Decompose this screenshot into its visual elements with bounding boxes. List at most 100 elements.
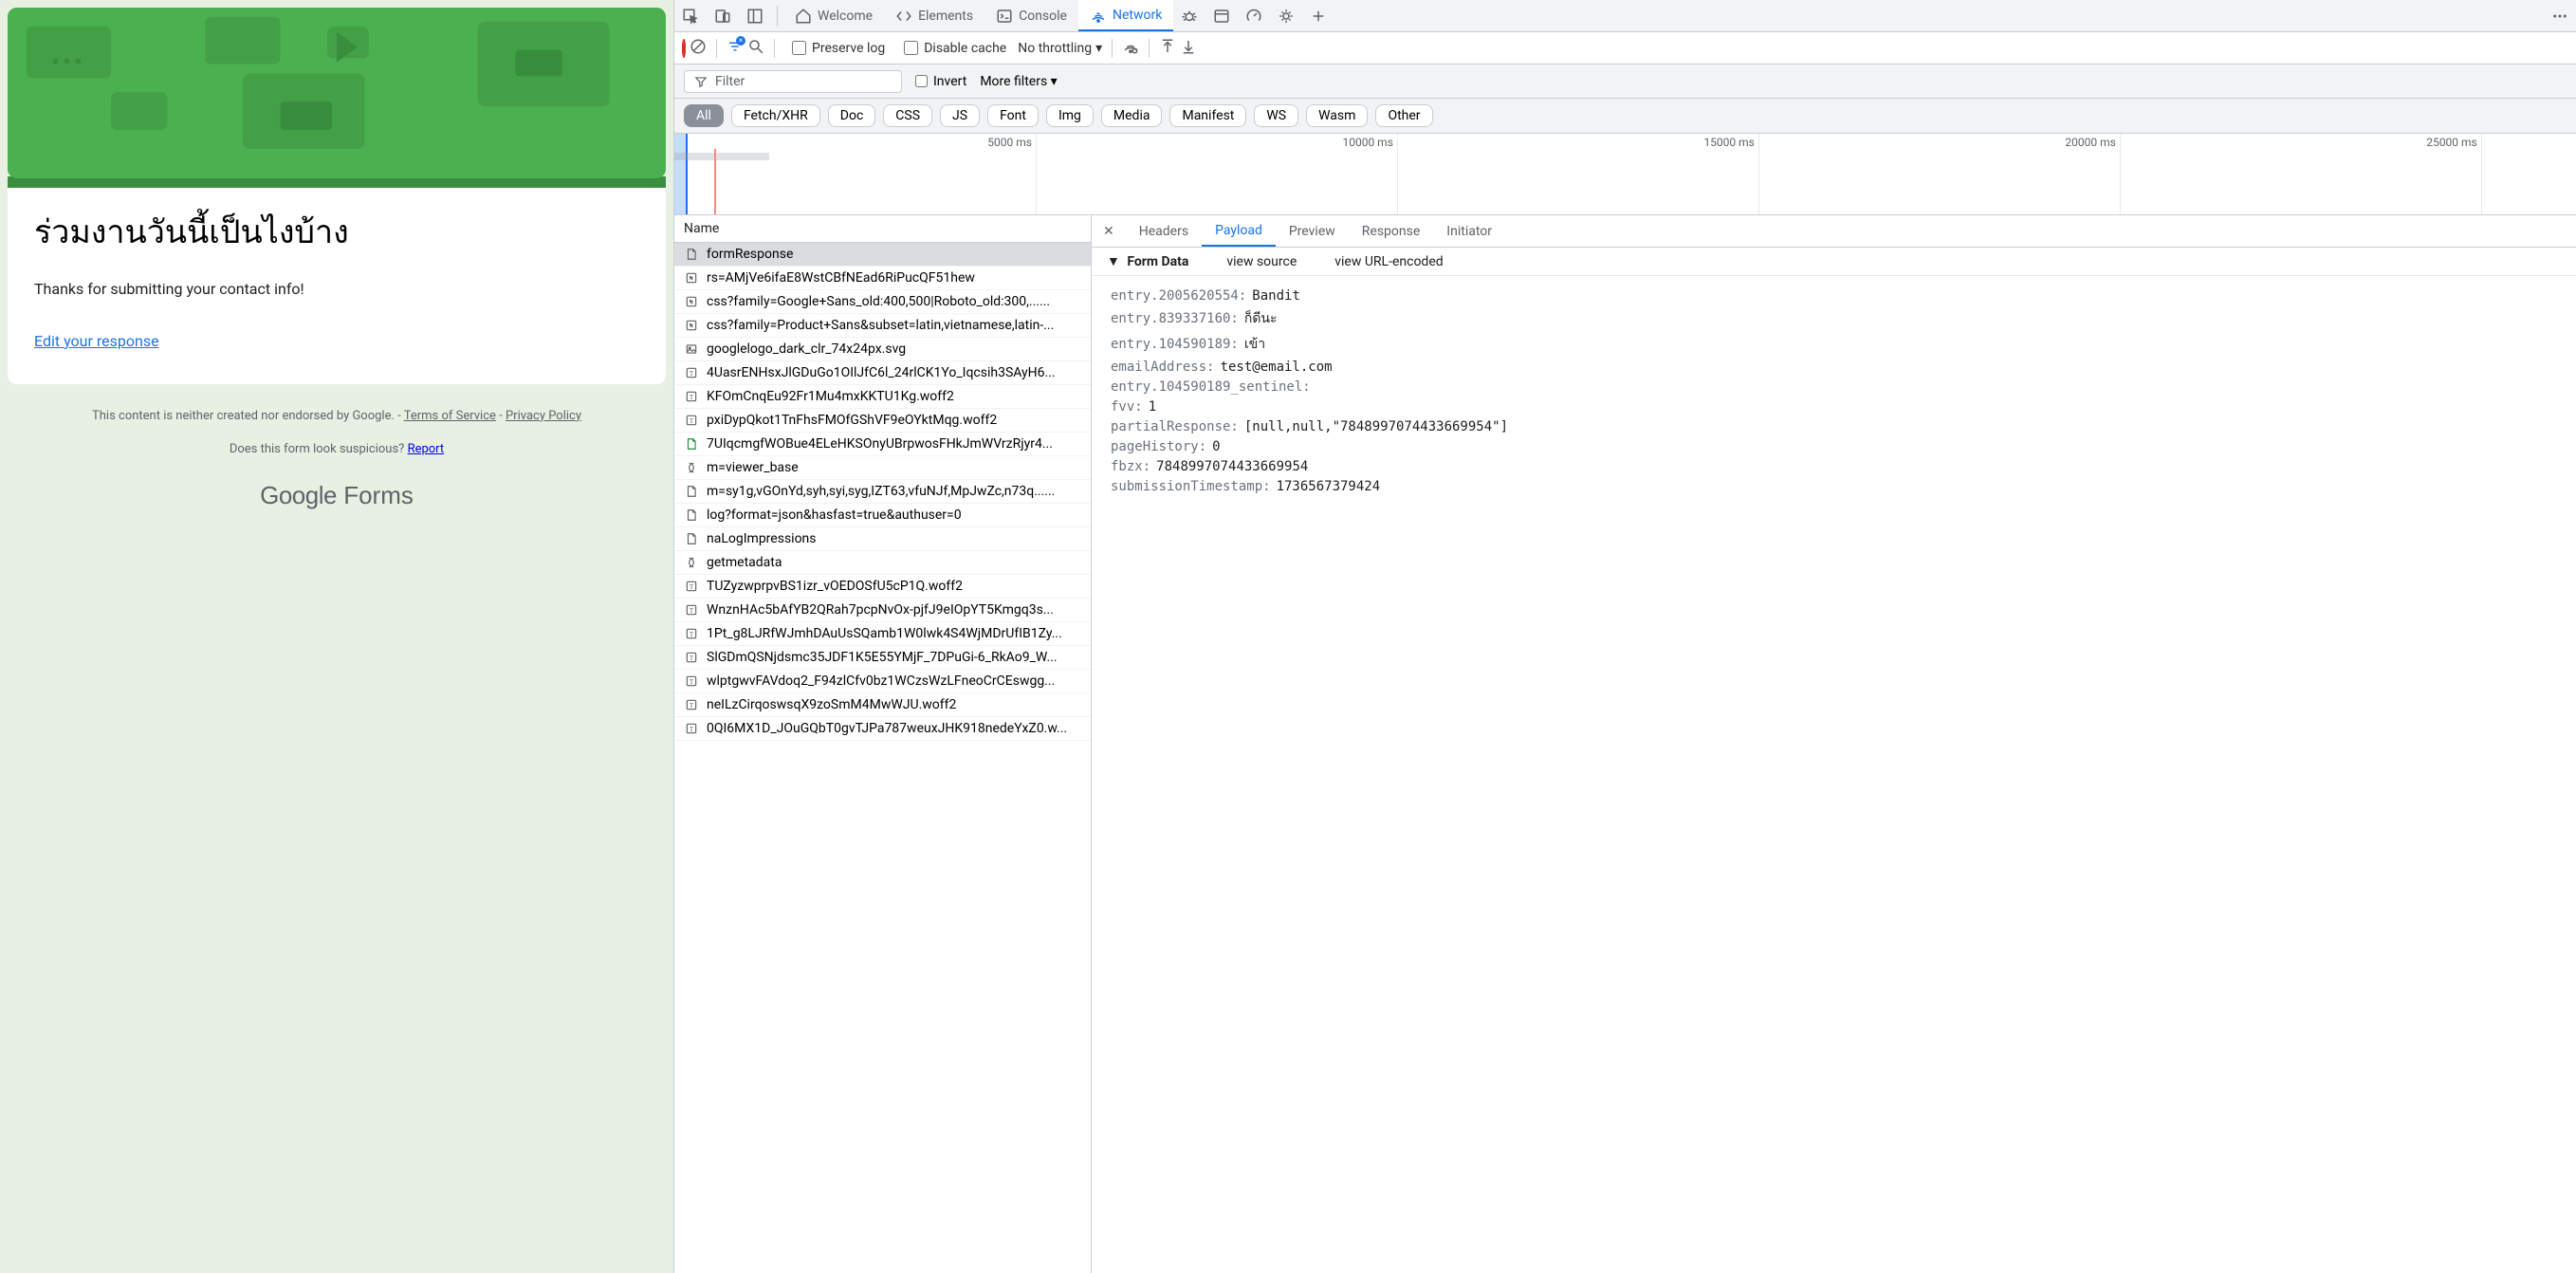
- request-row[interactable]: log?format=json&hasfast=true&authuser=0: [674, 504, 1091, 527]
- footer-text: This content is neither created nor endo…: [92, 409, 404, 423]
- record-button[interactable]: [682, 41, 686, 56]
- form-data-section-title[interactable]: ▼ Form Data: [1107, 253, 1188, 269]
- tab-payload[interactable]: Payload: [1202, 215, 1276, 247]
- chip-css[interactable]: CSS: [883, 104, 932, 127]
- request-name: wlptgwvFAVdoq2_F94zlCfv0bz1WCzsWzLFneoCr…: [707, 673, 1055, 689]
- terms-link[interactable]: Terms of Service: [404, 409, 496, 423]
- search-icon[interactable]: [747, 38, 764, 59]
- timeline-tick: 20000 ms: [2065, 136, 2115, 149]
- view-source-link[interactable]: view source: [1226, 254, 1297, 269]
- request-name: 4UasrENHsxJlGDuGo1OIlJfC6l_24rlCK1Yo_Iqc…: [707, 365, 1056, 380]
- request-name: 0QI6MX1D_JOuGQbT0gvTJPa787weuxJHK918nede…: [707, 721, 1067, 736]
- chip-other[interactable]: Other: [1375, 104, 1432, 127]
- request-row[interactable]: T4UasrENHsxJlGDuGo1OIlJfC6l_24rlCK1Yo_Iq…: [674, 361, 1091, 385]
- filter-input[interactable]: Filter: [684, 70, 902, 93]
- request-row[interactable]: TwlptgwvFAVdoq2_F94zlCfv0bz1WCzsWzLFneoC…: [674, 670, 1091, 693]
- download-har-icon[interactable]: [1180, 38, 1197, 59]
- request-row[interactable]: TSlGDmQSNjdsmc35JDF1K5E55YMjF_7DPuGi-6_R…: [674, 646, 1091, 670]
- chip-img[interactable]: Img: [1046, 104, 1094, 127]
- tab-response[interactable]: Response: [1349, 215, 1434, 247]
- payload-entry: entry.839337160:ก็ดีนะ: [1111, 308, 2557, 329]
- filter-toggle-icon[interactable]: ×: [727, 38, 744, 59]
- throttling-caret-icon[interactable]: ▾: [1095, 41, 1102, 56]
- more-icon[interactable]: [2544, 8, 2576, 25]
- dock-icon[interactable]: [739, 8, 771, 25]
- request-name: formResponse: [707, 247, 793, 262]
- memory-icon[interactable]: [1270, 8, 1302, 25]
- redirect-icon: [684, 318, 699, 333]
- request-row[interactable]: rs=AMjVe6ifaE8WstCBfNEad6RiPucQF51hew: [674, 267, 1091, 290]
- disable-cache-checkbox[interactable]: Disable cache: [904, 41, 1006, 56]
- upload-har-icon[interactable]: [1159, 38, 1176, 59]
- request-row[interactable]: TpxiDypQkot1TnFhsFMOfGShVF9eOYktMqg.woff…: [674, 409, 1091, 433]
- edit-response-link[interactable]: Edit your response: [34, 332, 159, 350]
- chip-js[interactable]: JS: [940, 104, 980, 127]
- chip-font[interactable]: Font: [987, 104, 1039, 127]
- request-row[interactable]: naLogImpressions: [674, 527, 1091, 551]
- detail-tabs: ✕ Headers Payload Preview Response Initi…: [1092, 215, 2576, 248]
- tab-initiator[interactable]: Initiator: [1433, 215, 1505, 247]
- font-icon: T: [684, 602, 699, 618]
- timeline-tick: 5000 ms: [987, 136, 1032, 149]
- request-row[interactable]: TTUZyzwprpvBS1izr_vOEDOSfU5cP1Q.woff2: [674, 575, 1091, 599]
- network-conditions-icon[interactable]: [1122, 38, 1139, 59]
- inspect-icon[interactable]: [674, 8, 707, 25]
- payload-entry: emailAddress:test@email.com: [1111, 360, 2557, 375]
- add-tab-icon[interactable]: [1302, 8, 1334, 25]
- preserve-log-checkbox[interactable]: Preserve log: [792, 41, 885, 56]
- request-row[interactable]: getmetadata: [674, 551, 1091, 575]
- column-header-name[interactable]: Name: [674, 215, 1091, 243]
- tab-console[interactable]: Console: [984, 0, 1078, 31]
- device-toggle-icon[interactable]: [707, 8, 739, 25]
- tab-network[interactable]: Network: [1078, 0, 1173, 31]
- request-row[interactable]: googlelogo_dark_clr_74x24px.svg: [674, 338, 1091, 361]
- request-row[interactable]: formResponse: [674, 243, 1091, 267]
- chip-media[interactable]: Media: [1101, 104, 1163, 127]
- request-row[interactable]: m=sy1g,vGOnYd,syh,syi,syg,IZT63,vfuNJf,M…: [674, 480, 1091, 504]
- performance-icon[interactable]: [1238, 8, 1270, 25]
- privacy-link[interactable]: Privacy Policy: [506, 409, 581, 423]
- request-row[interactable]: TneILzCirqoswsqX9zoSmM4MwWJU.woff2: [674, 693, 1091, 717]
- form-suspicious-line: Does this form look suspicious? Report: [8, 442, 666, 456]
- tab-headers[interactable]: Headers: [1126, 215, 1202, 247]
- chip-fetchxhr[interactable]: Fetch/XHR: [731, 104, 820, 127]
- payload-entry: fvv:1: [1111, 399, 2557, 415]
- tab-preview[interactable]: Preview: [1276, 215, 1349, 247]
- request-row[interactable]: css?family=Product+Sans&subset=latin,vie…: [674, 314, 1091, 338]
- request-row[interactable]: TKFOmCnqEu92Fr1Mu4mxKKTU1Kg.woff2: [674, 385, 1091, 409]
- chip-wasm[interactable]: Wasm: [1306, 104, 1368, 127]
- clear-button[interactable]: [690, 38, 707, 59]
- more-filters-button[interactable]: More filters ▾: [980, 74, 1057, 89]
- network-type-chips: All Fetch/XHR Doc CSS JS Font Img Media Manifest…: [674, 99, 2576, 134]
- request-detail: ✕ Headers Payload Preview Response Initi…: [1092, 215, 2576, 1273]
- request-row[interactable]: T0QI6MX1D_JOuGQbT0gvTJPa787weuxJHK918ned…: [674, 717, 1091, 741]
- request-list: Name formResponse rs=AMjVe6ifaE8WstCBfNEa…: [674, 215, 1092, 1273]
- tab-elements[interactable]: Elements: [884, 0, 984, 31]
- request-row[interactable]: 7UIqcmgfWOBue4ELeHKSOnyUBrpwosFHkJmWVrzR…: [674, 433, 1091, 456]
- network-timeline[interactable]: 5000 ms10000 ms15000 ms20000 ms25000 ms: [674, 134, 2576, 215]
- font-icon: T: [684, 697, 699, 712]
- request-row[interactable]: TWnznHAc5bAfYB2QRah7pcpNvOx-pjfJ9eIOpYT5…: [674, 599, 1091, 622]
- invert-checkbox[interactable]: Invert: [915, 74, 966, 89]
- payload-entry: entry.2005620554:Bandit: [1111, 288, 2557, 304]
- bug-icon[interactable]: [1173, 8, 1205, 25]
- chip-ws[interactable]: WS: [1254, 104, 1298, 127]
- app-icon[interactable]: [1205, 8, 1238, 25]
- request-row[interactable]: T1Pt_g8LJRfWJmhDAuUsSQamb1W0lwk4S4WjMDrU…: [674, 622, 1091, 646]
- view-url-encoded-link[interactable]: view URL-encoded: [1334, 254, 1443, 269]
- payload-entry: entry.104590189:เข้า: [1111, 334, 2557, 355]
- request-name: googlelogo_dark_clr_74x24px.svg: [707, 341, 906, 357]
- chip-manifest[interactable]: Manifest: [1169, 104, 1246, 127]
- throttling-select[interactable]: No throttling: [1018, 41, 1092, 56]
- timeline-selection[interactable]: [674, 134, 688, 214]
- report-link[interactable]: Report: [408, 442, 445, 456]
- request-row[interactable]: m=viewer_base: [674, 456, 1091, 480]
- chip-all[interactable]: All: [684, 104, 724, 127]
- chip-doc[interactable]: Doc: [828, 104, 876, 127]
- font-icon: T: [684, 579, 699, 594]
- network-toolbar: × Preserve log Disable cache No throttli…: [674, 32, 2576, 65]
- request-row[interactable]: css?family=Google+Sans_old:400,500|Robot…: [674, 290, 1091, 314]
- timeline-overview-band: [674, 153, 769, 160]
- tab-welcome[interactable]: Welcome: [783, 0, 884, 31]
- close-detail-icon[interactable]: ✕: [1092, 224, 1126, 239]
